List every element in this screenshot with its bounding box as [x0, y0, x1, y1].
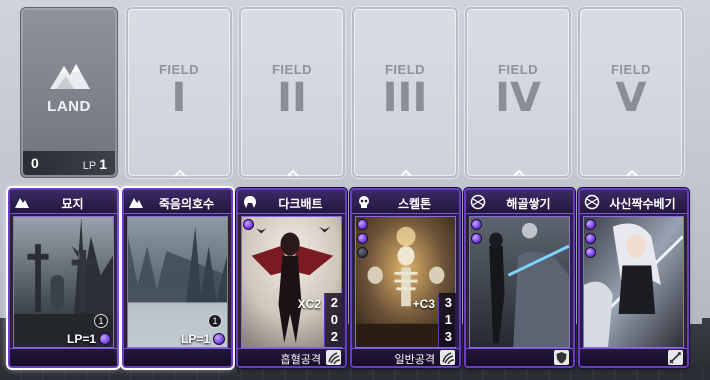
stat-attack: 3 [444, 295, 452, 310]
sword-icon [668, 350, 683, 365]
land-lp-value: 1 [99, 156, 107, 172]
card-header: 스켈톤 [352, 190, 459, 214]
cost-badge: 1 [208, 314, 222, 328]
field-numeral: II [277, 75, 307, 121]
chevron-up-icon [513, 169, 525, 177]
mountain-icon [15, 198, 29, 208]
card-header: 다크배트 [238, 190, 345, 214]
stat-column: 3 1 3 [438, 293, 456, 347]
rune-icon [470, 194, 486, 210]
mountain-icon [129, 198, 143, 208]
field-numeral: III [382, 75, 428, 121]
card-art-skull-stack [469, 216, 570, 348]
field-numeral: IV [495, 75, 541, 121]
card-footer [466, 348, 573, 366]
land-footer: 0 LP 1 [23, 151, 115, 175]
card-header: 죽음의호수 [124, 190, 231, 214]
card-footer: 흡혈공격 [238, 348, 345, 366]
gem-icon [585, 247, 596, 258]
hand-card-death-lake[interactable]: 죽음의호수 1 LP=1 [122, 188, 233, 368]
hand-card-skull-stack[interactable]: 해골쌓기 [464, 188, 575, 368]
chevron-up-icon [626, 169, 638, 177]
card-footer [124, 348, 231, 366]
land-label: LAND [47, 98, 91, 115]
attack-type-label: 일반공격 [394, 353, 435, 366]
card-footer [580, 348, 687, 366]
land-zone[interactable]: LAND 0 LP 1 [20, 7, 118, 178]
shield-icon [554, 350, 569, 365]
multiplier-label: +C3 [412, 297, 435, 311]
tray-stripe [0, 366, 710, 380]
field-slot-3[interactable]: FIELD III [352, 7, 458, 178]
card-name: 묘지 [61, 197, 84, 211]
stat-attack: 2 [330, 295, 338, 310]
chevron-up-icon [400, 169, 412, 177]
multiplier-label: XC2 [297, 297, 321, 311]
chevron-up-icon [174, 169, 186, 177]
card-header: 해골쌓기 [466, 190, 573, 214]
card-header: 사신짝수베기 [580, 190, 687, 214]
gem-icon [585, 233, 596, 244]
card-art-reaper-slash [583, 216, 684, 348]
cost-badge: 1 [94, 314, 108, 328]
stat-hp: 3 [444, 329, 452, 344]
field-slot-5[interactable]: FIELD V [578, 7, 684, 178]
field-numeral: V [615, 75, 647, 121]
gem-icon [357, 219, 368, 230]
mountain-icon [50, 64, 90, 89]
lp-value: LP=1 [67, 332, 111, 346]
card-art-death-lake [127, 216, 228, 348]
card-name: 죽음의호수 [158, 197, 215, 211]
card-name: 다크배트 [278, 197, 323, 211]
lp-value: LP=1 [181, 332, 225, 346]
field-slot-2[interactable]: FIELD II [239, 7, 345, 178]
card-name: 해골쌓기 [506, 197, 551, 211]
skull-icon [359, 196, 369, 208]
stat-defense: 0 [330, 312, 338, 327]
hand-card-skeleton[interactable]: 스켈톤 +C3 3 1 3 일반공격 [350, 188, 461, 368]
gem-icon [99, 333, 111, 345]
field-numeral: I [171, 75, 187, 121]
hand-card-reaper-slash[interactable]: 사신짝수베기 [578, 188, 689, 368]
rune-icon [584, 194, 600, 210]
skull-stack-art [470, 217, 569, 347]
land-lp-label: LP [82, 160, 97, 172]
land-card-count: 0 [31, 155, 39, 171]
field-slot-4[interactable]: FIELD IV [465, 7, 571, 178]
gem-icon [471, 233, 482, 244]
card-footer [10, 348, 117, 366]
hand-card-dark-bat[interactable]: 다크배트 XC2 2 0 2 흡혈공격 [236, 188, 347, 368]
card-footer: 일반공격 [352, 348, 459, 366]
field-slot-1[interactable]: FIELD I [126, 7, 232, 178]
lp-text: LP=1 [66, 332, 96, 346]
claw-icon [326, 350, 341, 365]
attack-type-label: 흡혈공격 [280, 353, 321, 366]
gem-icon [357, 233, 368, 244]
card-art-graveyard [13, 216, 114, 348]
gem-icon [585, 219, 596, 230]
card-name: 사신짝수베기 [609, 197, 676, 211]
gem-icon [213, 333, 225, 345]
land-lp: LP 1 [83, 156, 107, 172]
claw-icon [440, 350, 455, 365]
stat-hp: 2 [330, 329, 338, 344]
card-header: 묘지 [10, 190, 117, 214]
gem-icon [243, 219, 254, 230]
reaper-slash-art [584, 217, 683, 347]
gem-icon [357, 247, 368, 258]
chevron-up-icon [287, 169, 299, 177]
stat-defense: 1 [444, 312, 452, 327]
stat-column: 2 0 2 [324, 293, 342, 347]
hand-card-graveyard[interactable]: 묘지 1 LP=1 [8, 188, 119, 368]
helmet-icon [244, 196, 256, 208]
game-board: LAND 0 LP 1 FIELD I FIELD II FIELD III FI… [0, 0, 710, 380]
lp-text: LP=1 [180, 332, 210, 346]
gem-icon [471, 219, 482, 230]
card-name: 스켈톤 [397, 197, 432, 211]
